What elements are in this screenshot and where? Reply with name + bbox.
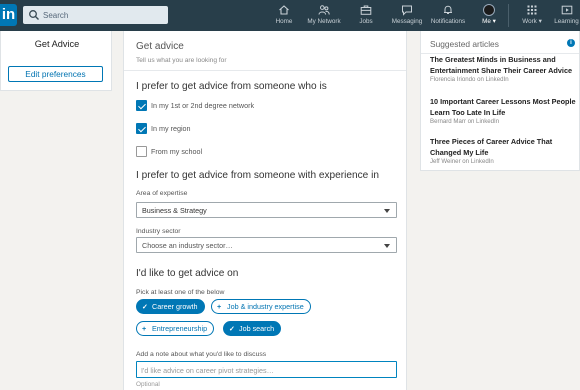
network-checkbox[interactable]	[136, 100, 147, 111]
topic-entrepreneurship-label: Entrepreneurship	[152, 324, 208, 333]
nav-me[interactable]: Me ▾	[479, 4, 499, 31]
nav-messaging-label: Messaging	[391, 18, 423, 25]
learning-icon	[561, 5, 572, 15]
article-item[interactable]: The Greatest Minds in Business and Enter…	[430, 55, 578, 84]
nav-jobs[interactable]: Jobs	[356, 4, 376, 31]
section-experience-heading: I prefer to get advice from someone with…	[136, 170, 379, 181]
expertise-select-value: Business & Strategy	[142, 206, 207, 215]
get-advice-form: Get advice Tell us what you are looking …	[123, 31, 407, 390]
article-item[interactable]: 10 Important Career Lessons Most People …	[430, 97, 578, 126]
topic-job-industry-expertise[interactable]: + Job & industry expertise	[211, 299, 311, 314]
get-advice-card: Get Advice Edit preferences	[0, 31, 112, 91]
edit-preferences-button[interactable]: Edit preferences	[8, 66, 103, 82]
info-icon[interactable]: i	[567, 39, 575, 47]
nav-home-label: Home	[275, 18, 293, 25]
network-checkbox-label: In my 1st or 2nd degree network	[151, 101, 255, 110]
check-icon: ✓	[142, 302, 149, 311]
briefcase-icon	[360, 5, 372, 15]
nav-my-network[interactable]: My Network	[305, 4, 343, 31]
search-input[interactable]	[43, 7, 163, 23]
people-icon	[318, 5, 330, 15]
topic-career-growth[interactable]: ✓ Career growth	[136, 299, 205, 314]
home-icon	[279, 5, 289, 15]
article-title[interactable]: The Greatest Minds in Business and Enter…	[430, 55, 578, 76]
suggested-articles-divider	[421, 53, 579, 54]
note-field[interactable]	[136, 361, 397, 378]
nav-notifications-label: Notifications	[430, 18, 466, 25]
section-topics-heading: I'd like to get advice on	[136, 268, 239, 279]
note-input[interactable]	[141, 364, 391, 376]
article-source: Bernard Marr on LinkedIn	[430, 118, 500, 125]
expertise-select[interactable]: Business & Strategy	[136, 202, 397, 218]
nav-work-label: Work ▾	[522, 18, 542, 25]
nav-messaging[interactable]: Messaging	[390, 4, 424, 31]
article-source: Florencia Iriondo on LinkedIn	[430, 76, 509, 83]
suggested-articles-heading: Suggested articles	[430, 39, 499, 49]
industry-select-value: Choose an industry sector…	[142, 241, 233, 250]
article-source: Jeff Weiner on LinkedIn	[430, 158, 494, 165]
nav-me-label: Me ▾	[482, 18, 496, 25]
school-checkbox[interactable]	[136, 146, 147, 157]
nav-learning-label: Learning	[554, 18, 579, 25]
section-who-heading: I prefer to get advice from someone who …	[136, 81, 327, 92]
nav-work[interactable]: Work ▾	[519, 4, 545, 31]
search-icon	[29, 10, 39, 20]
topic-career-growth-label: Career growth	[152, 302, 198, 311]
nav-learning[interactable]: Learning	[553, 4, 580, 31]
topics-hint: Pick at least one of the below	[136, 289, 225, 296]
check-icon: ✓	[229, 324, 236, 333]
nav-home[interactable]: Home	[274, 4, 294, 31]
bell-icon	[444, 5, 452, 14]
article-title[interactable]: Three Pieces of Career Advice That Chang…	[430, 137, 578, 158]
topic-job-industry-expertise-label: Job & industry expertise	[227, 302, 304, 311]
nav-notifications[interactable]: Notifications	[428, 4, 468, 31]
region-checkbox[interactable]	[136, 123, 147, 134]
form-divider	[124, 70, 406, 71]
school-checkbox-label: From my school	[151, 147, 203, 156]
expertise-label: Area of expertise	[136, 190, 188, 197]
suggested-articles-card: Suggested articles i The Greatest Minds …	[420, 31, 580, 171]
article-title[interactable]: 10 Important Career Lessons Most People …	[430, 97, 578, 118]
topic-entrepreneurship[interactable]: + Entrepreneurship	[136, 321, 215, 336]
search-box[interactable]	[23, 6, 168, 24]
industry-label: Industry sector	[136, 228, 181, 235]
get-advice-title: Get Advice	[34, 39, 80, 49]
nav-divider	[508, 4, 509, 27]
top-nav-bar: in Home My Network Jobs Messaging Notifi…	[0, 0, 580, 31]
nav-jobs-label: Jobs	[359, 18, 373, 25]
nav-my-network-label: My Network	[307, 18, 341, 25]
linkedin-logo[interactable]: in	[0, 4, 17, 26]
form-subtitle: Tell us what you are looking for	[136, 57, 227, 64]
topic-job-search[interactable]: ✓ Job search	[223, 321, 282, 336]
note-optional-hint: Optional	[136, 381, 160, 388]
region-checkbox-label: In my region	[151, 124, 191, 133]
chevron-down-icon	[384, 209, 390, 213]
grid-icon	[527, 5, 537, 15]
article-item[interactable]: Three Pieces of Career Advice That Chang…	[430, 137, 578, 166]
plus-icon: +	[142, 324, 147, 333]
plus-icon: +	[217, 302, 222, 311]
avatar	[483, 4, 495, 16]
note-label: Add a note about what you'd like to disc…	[136, 351, 267, 358]
industry-select[interactable]: Choose an industry sector…	[136, 237, 397, 253]
form-title: Get advice	[136, 41, 184, 52]
topic-job-search-label: Job search	[239, 324, 275, 333]
chevron-down-icon	[384, 244, 390, 248]
messaging-icon	[402, 5, 412, 16]
